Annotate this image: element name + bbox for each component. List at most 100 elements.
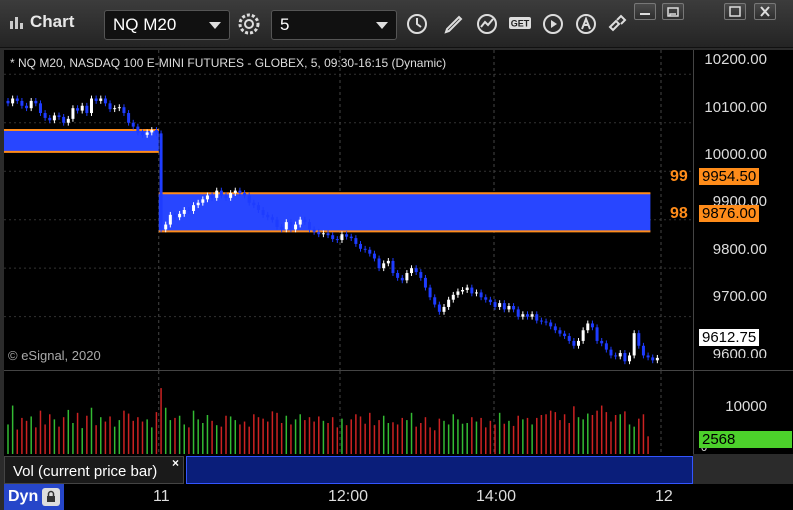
candle-body (474, 292, 478, 294)
symbol-settings-button[interactable] (235, 10, 263, 38)
candle-body (502, 303, 506, 310)
candle-body (29, 100, 33, 109)
pin-button[interactable] (634, 3, 656, 20)
price-chart[interactable]: * NQ M20, NASDAQ 100 E-MINI FUTURES - GL… (4, 50, 693, 370)
candle-body (150, 130, 154, 133)
candle-body (465, 287, 469, 290)
candle-body (219, 190, 223, 196)
alert-icon (576, 14, 596, 34)
price-chart-canvas[interactable] (4, 50, 693, 370)
minimize-button[interactable] (662, 3, 684, 20)
candle-body (57, 115, 61, 117)
interval-select[interactable]: 5 (271, 10, 397, 40)
candle-body (451, 294, 455, 300)
restore-icon (667, 7, 679, 17)
candle-body (382, 263, 386, 269)
candle-body (539, 320, 543, 322)
candle-body (187, 210, 191, 211)
candle-body (294, 224, 298, 230)
symbol-select[interactable]: NQ M20 (104, 10, 230, 40)
candle-body (103, 98, 107, 104)
candle-body (215, 190, 219, 198)
candle-body (512, 306, 516, 310)
candle-body (419, 272, 423, 278)
get-button[interactable]: GET (506, 10, 534, 38)
candle-body (256, 205, 260, 210)
close-icon (760, 6, 770, 17)
candle-body (349, 236, 353, 239)
candle-body (359, 243, 363, 249)
clock-icon (407, 14, 427, 34)
candle-body (238, 190, 242, 194)
time-tick: 12:00 (328, 488, 369, 505)
lower-level-label: 98 (670, 205, 688, 222)
minus-icon (640, 13, 650, 15)
candle-body (493, 302, 497, 307)
candle-body (99, 98, 103, 101)
upper-level-label: 99 (670, 168, 688, 185)
candle-body (76, 108, 80, 111)
maximize-button[interactable] (724, 3, 746, 20)
candle-body (94, 98, 98, 101)
time-template-button[interactable] (403, 10, 431, 38)
study-icon (477, 14, 497, 34)
candle-body (609, 349, 613, 356)
studies-button[interactable] (473, 10, 501, 38)
candle-body (289, 222, 293, 230)
price-axis[interactable]: 10200.00 10100.00 10000.00 9900.00 9800.… (693, 50, 793, 370)
title-bar: Chart NQ M20 5 GET (0, 0, 793, 48)
time-tick: 14:00 (476, 488, 517, 505)
candle-body (604, 343, 608, 350)
candle-body (243, 193, 247, 196)
candle-body (154, 130, 158, 134)
volume-chart[interactable] (4, 370, 693, 455)
volume-panel-bar: Vol (current price bar) × (4, 454, 693, 484)
candle-body (456, 291, 460, 295)
play-button[interactable] (539, 10, 567, 38)
candle-body (488, 299, 492, 303)
lower-level-price-tag: 9876.00 (699, 205, 760, 222)
candle-body (535, 314, 539, 321)
candle-body (623, 353, 627, 362)
candle-body (136, 126, 140, 133)
alert-button[interactable] (572, 10, 600, 38)
dynamic-mode-button[interactable]: Dyn (4, 484, 65, 510)
volume-chart-canvas[interactable] (4, 371, 693, 455)
candle-body (590, 323, 594, 328)
candle-body (581, 330, 585, 341)
candle-body (651, 357, 655, 361)
price-tick: 9600.00 (712, 346, 767, 358)
candle-body (43, 113, 47, 118)
candle-body (275, 219, 279, 227)
chart-description: * NQ M20, NASDAQ 100 E-MINI FUTURES - GL… (10, 56, 447, 70)
volume-panel-label[interactable]: Vol (current price bar) (4, 456, 184, 484)
candle-body (62, 116, 66, 123)
candle-body (628, 355, 632, 362)
link-button[interactable] (603, 10, 631, 38)
candle-body (196, 202, 200, 206)
candle-body (461, 290, 465, 292)
price-tick: 9700.00 (712, 288, 767, 305)
candle-body (11, 98, 15, 104)
support-resistance-zone (158, 193, 651, 232)
time-axis[interactable]: Dyn 11 12:00 14:00 12 (4, 484, 793, 510)
candle-body (345, 234, 349, 237)
candle-body (335, 239, 339, 241)
volume-axis[interactable]: 10000 0 2568 (693, 370, 793, 454)
maximize-icon (729, 6, 741, 17)
candle-body (558, 330, 562, 334)
candle-body (201, 199, 205, 203)
close-button[interactable] (754, 3, 776, 20)
candle-body (280, 226, 284, 230)
candle-body (331, 235, 335, 240)
chevron-down-icon (209, 22, 221, 29)
candle-body (168, 214, 172, 225)
candle-body (410, 268, 414, 274)
price-tick: 10200.00 (704, 51, 767, 68)
lock-icon[interactable] (42, 488, 61, 506)
upper-level-price-tag: 9954.50 (699, 168, 760, 185)
close-icon[interactable]: × (172, 456, 179, 470)
candle-body (595, 327, 599, 341)
candle-body (89, 98, 93, 114)
draw-button[interactable] (440, 10, 468, 38)
